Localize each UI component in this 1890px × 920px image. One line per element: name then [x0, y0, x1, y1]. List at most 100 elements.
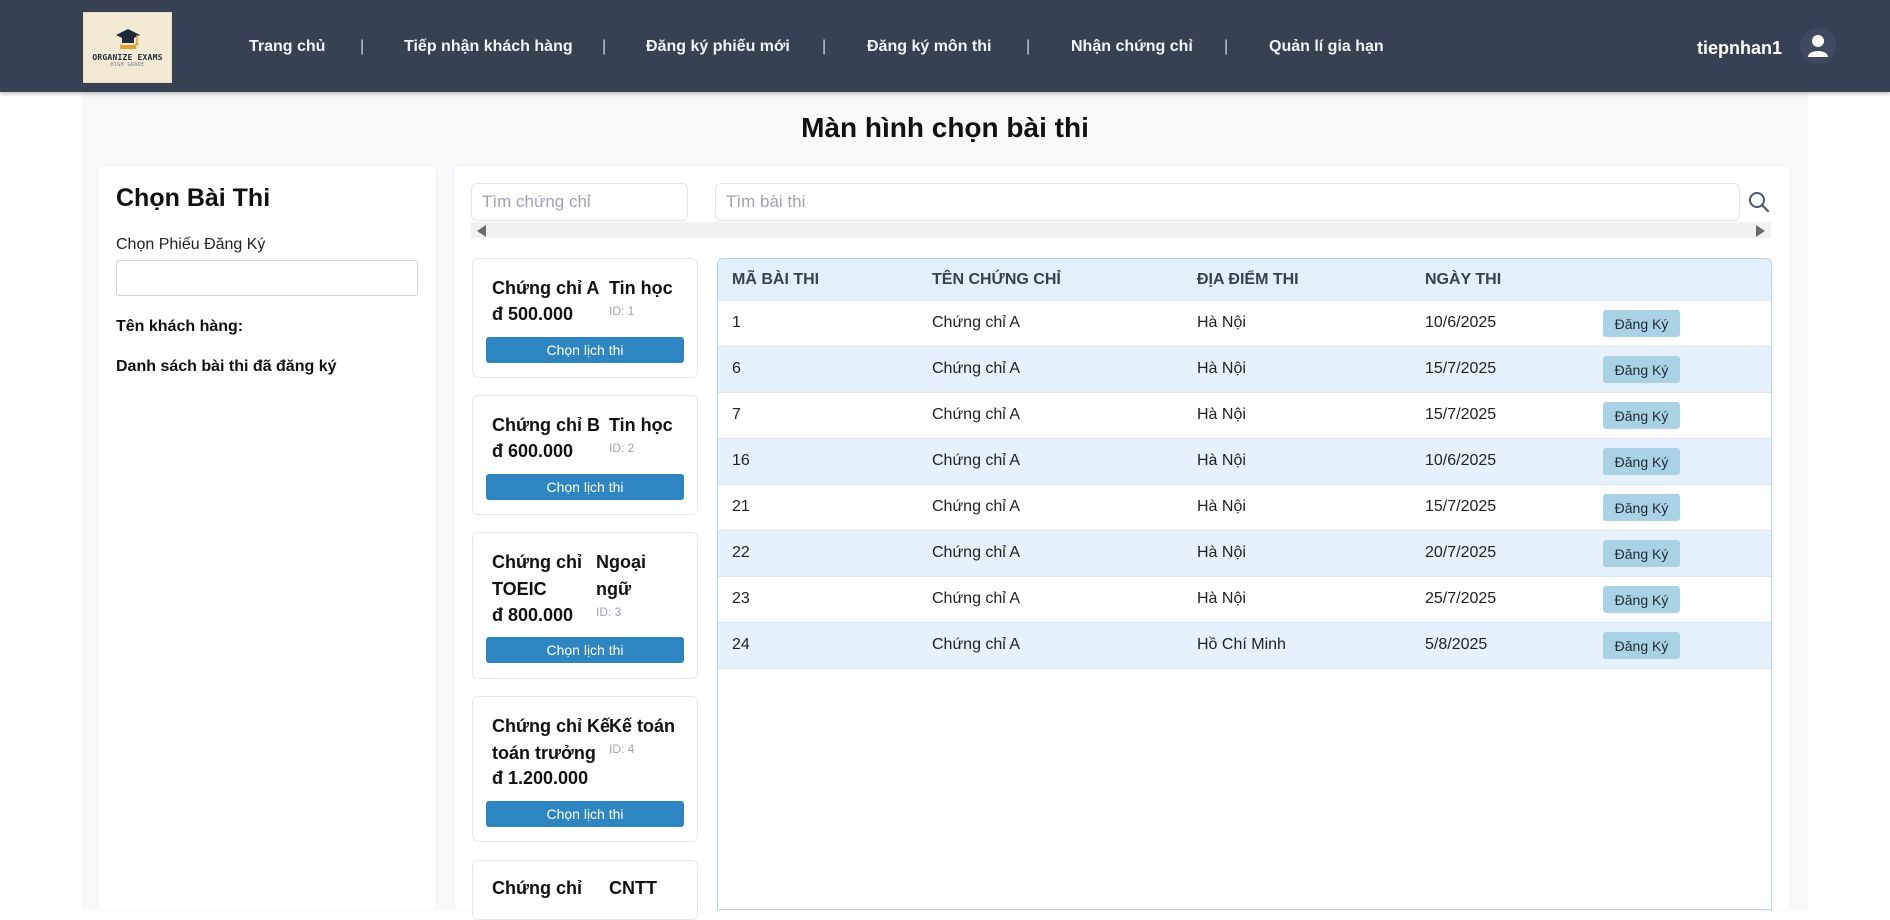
table-header: MÃ BÀI THI TÊN CHỨNG CHỈ ĐỊA ĐIỂM THI NG…: [718, 259, 1771, 301]
user-menu-button[interactable]: [1800, 28, 1836, 64]
certificate-card: Chứng chỉ TOEIC Ngoại ngữ ID: 3 đ 800.00…: [472, 532, 698, 679]
nav-customer-intake[interactable]: Tiếp nhận khách hàng: [404, 38, 573, 56]
register-button[interactable]: Đăng Ký: [1603, 540, 1680, 567]
table-row: 23 Chứng chỉ A Hà Nội 25/7/2025 Đăng Ký: [718, 577, 1771, 623]
cell-exam-id: 16: [732, 452, 750, 469]
register-button[interactable]: Đăng Ký: [1603, 494, 1680, 521]
cell-exam-id: 23: [732, 590, 750, 607]
register-button[interactable]: Đăng Ký: [1603, 586, 1680, 613]
nav-separator: |: [1026, 38, 1031, 55]
scroll-left-arrow-icon[interactable]: [477, 225, 486, 237]
certificate-price: đ 800.000: [492, 605, 574, 625]
column-header-exam-date: NGÀY THI: [1425, 271, 1502, 288]
certificate-id: ID: 3: [596, 605, 622, 619]
cell-certificate-name: Chứng chỉ A: [932, 360, 1021, 377]
cell-exam-id: 7: [732, 406, 741, 423]
cell-exam-date: 15/7/2025: [1425, 406, 1497, 423]
certificate-category: Ngoại: [596, 552, 647, 572]
choose-schedule-button[interactable]: Chọn lịch thi: [486, 801, 684, 827]
certificate-category: Tin học: [609, 415, 673, 435]
table-row: 1 Chứng chỉ A Hà Nội 10/6/2025 Đăng Ký: [718, 301, 1771, 347]
exam-table: MÃ BÀI THI TÊN CHỨNG CHỈ ĐỊA ĐIỂM THI NG…: [717, 258, 1772, 910]
certificate-card: Chứng chỉ CNTT: [472, 860, 698, 920]
column-header-certificate-name: TÊN CHỨNG CHỈ: [932, 271, 1061, 288]
certificate-card: Chứng chỉ A Tin học ID: 1 đ 500.000 Chọn…: [472, 258, 698, 378]
cell-exam-date: 10/6/2025: [1425, 452, 1497, 469]
nav-separator: |: [822, 38, 827, 55]
cell-exam-id: 22: [732, 544, 750, 561]
nav-new-registration[interactable]: Đăng ký phiếu mới: [646, 38, 790, 56]
cell-location: Hà Nội: [1197, 406, 1246, 423]
nav-separator: |: [360, 38, 365, 55]
certificate-name-line2: TOEIC: [492, 579, 547, 599]
certificate-name: Chứng chỉ A: [492, 278, 600, 298]
certificate-price: đ 600.000: [492, 441, 574, 461]
certificate-name: Chứng chỉ Kế: [492, 716, 611, 736]
cell-exam-date: 15/7/2025: [1425, 360, 1497, 377]
certificate-name: Chứng chỉ: [492, 878, 583, 898]
exam-selection-panel: Chọn Bài Thi Chọn Phiếu Đăng Ký Tên khác…: [98, 166, 436, 910]
scroll-right-arrow-icon[interactable]: [1756, 225, 1765, 237]
cell-exam-id: 1: [732, 314, 741, 331]
certificate-name: Chứng chỉ: [492, 552, 583, 572]
cell-location: Hồ Chí Minh: [1197, 636, 1286, 653]
certificate-category: Tin học: [609, 278, 673, 298]
register-button[interactable]: Đăng Ký: [1603, 448, 1680, 475]
nav-receive-certificate[interactable]: Nhận chứng chỉ: [1071, 38, 1193, 56]
table-row: 21 Chứng chỉ A Hà Nội 15/7/2025 Đăng Ký: [718, 485, 1771, 531]
cell-certificate-name: Chứng chỉ A: [932, 590, 1021, 607]
cell-certificate-name: Chứng chỉ A: [932, 636, 1021, 653]
cell-exam-id: 6: [732, 360, 741, 377]
table-row: 6 Chứng chỉ A Hà Nội 15/7/2025 Đăng Ký: [718, 347, 1771, 393]
horizontal-scrollbar[interactable]: [471, 222, 1771, 238]
cell-location: Hà Nội: [1197, 360, 1246, 377]
registration-form-select[interactable]: [116, 260, 418, 296]
register-button[interactable]: Đăng Ký: [1603, 310, 1680, 337]
cell-exam-id: 24: [732, 636, 750, 653]
nav-home[interactable]: Trang chủ: [249, 38, 325, 56]
certificate-name: Chứng chỉ B: [492, 415, 601, 435]
registration-form-label: Chọn Phiếu Đăng Ký: [116, 236, 266, 253]
table-row: 22 Chứng chỉ A Hà Nội 20/7/2025 Đăng Ký: [718, 531, 1771, 577]
certificate-price: đ 500.000: [492, 304, 574, 324]
cell-exam-date: 25/7/2025: [1425, 590, 1497, 607]
certificate-category: Kế toán: [609, 716, 676, 736]
cell-certificate-name: Chứng chỉ A: [932, 544, 1021, 561]
choose-schedule-button[interactable]: Chọn lịch thi: [486, 474, 684, 500]
nav-subject-registration[interactable]: Đăng ký môn thi: [867, 38, 991, 56]
choose-schedule-button[interactable]: Chọn lịch thi: [486, 637, 684, 663]
register-button[interactable]: Đăng Ký: [1603, 356, 1680, 383]
cell-certificate-name: Chứng chỉ A: [932, 314, 1021, 331]
cell-location: Hà Nội: [1197, 314, 1246, 331]
cell-exam-date: 15/7/2025: [1425, 498, 1497, 515]
certificate-card: Chứng chỉ Kế toán trưởng Kế toán ID: 4 đ…: [472, 696, 698, 842]
certificate-category: CNTT: [609, 878, 657, 898]
search-certificate-input[interactable]: [471, 183, 688, 221]
column-header-exam-id: MÃ BÀI THI: [732, 271, 820, 288]
certificate-id: ID: 1: [609, 304, 635, 318]
cell-exam-date: 20/7/2025: [1425, 544, 1497, 561]
column-header-location: ĐỊA ĐIỂM THI: [1197, 271, 1299, 288]
cell-location: Hà Nội: [1197, 544, 1246, 561]
certificate-price: đ 1.200.000: [492, 768, 589, 788]
cell-exam-date: 10/6/2025: [1425, 314, 1497, 331]
customer-name-label: Tên khách hàng:: [116, 318, 244, 335]
table-row: 24 Chứng chỉ A Hồ Chí Minh 5/8/2025 Đăng…: [718, 623, 1771, 669]
cell-certificate-name: Chứng chỉ A: [932, 498, 1021, 515]
table-row: 16 Chứng chỉ A Hà Nội 10/6/2025 Đăng Ký: [718, 439, 1771, 485]
registered-exams-label: Danh sách bài thi đã đăng ký: [116, 358, 337, 375]
cell-exam-id: 21: [732, 498, 750, 515]
cell-certificate-name: Chứng chỉ A: [932, 452, 1021, 469]
search-exam-input[interactable]: [715, 183, 1740, 221]
search-icon[interactable]: [1748, 191, 1770, 213]
main-nav: Trang chủ | Tiếp nhận khách hàng | Đăng …: [0, 0, 1890, 92]
register-button[interactable]: Đăng Ký: [1603, 632, 1680, 659]
nav-separator: |: [602, 38, 607, 55]
user-icon: [1808, 35, 1828, 57]
username-label[interactable]: tiepnhan1: [1697, 38, 1782, 59]
certificate-id: ID: 4: [609, 742, 635, 756]
register-button[interactable]: Đăng Ký: [1603, 402, 1680, 429]
cell-certificate-name: Chứng chỉ A: [932, 406, 1021, 423]
nav-renewal-management[interactable]: Quản lí gia hạn: [1269, 38, 1384, 56]
choose-schedule-button[interactable]: Chọn lịch thi: [486, 337, 684, 363]
